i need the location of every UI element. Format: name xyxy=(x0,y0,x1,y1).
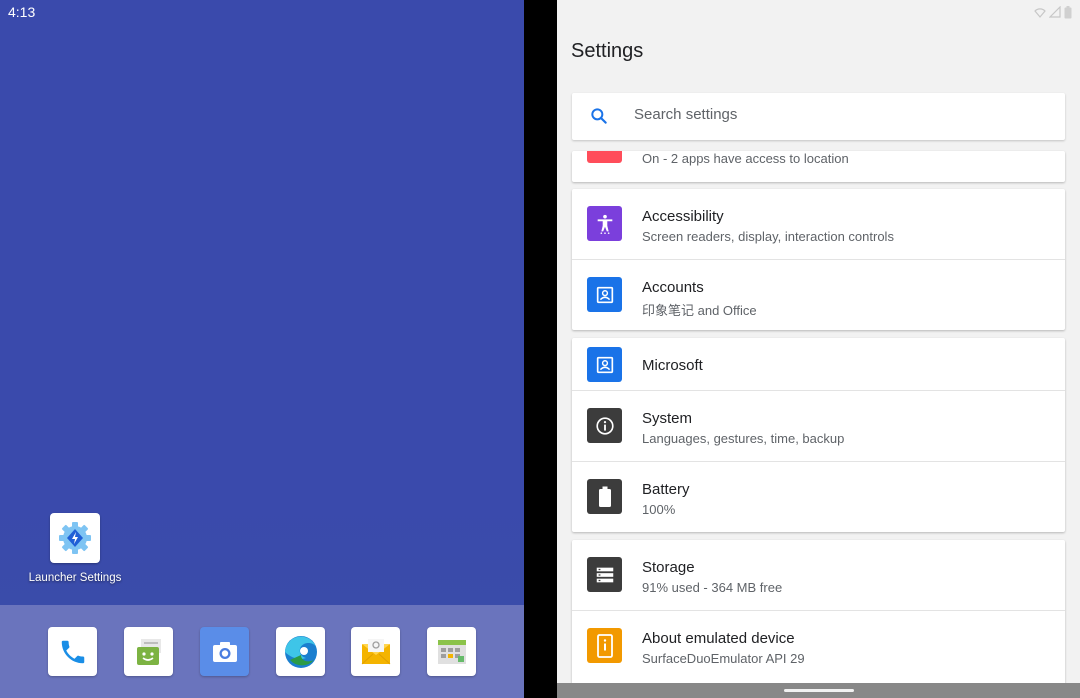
settings-screen: Settings On - 2 apps have access to loca… xyxy=(557,0,1080,698)
phone-icon[interactable] xyxy=(48,627,97,676)
navigation-bar xyxy=(557,683,1080,698)
accessibility-title: Accessibility xyxy=(642,208,724,225)
battery-status-icon xyxy=(1064,5,1072,18)
settings-item-microsoft[interactable]: Microsoft xyxy=(572,338,1065,391)
wifi-icon xyxy=(1034,8,1046,18)
system-title: System xyxy=(642,410,693,427)
accessibility-subtitle: Screen readers, display, interaction con… xyxy=(642,229,894,244)
launcher-screen: 4:13 Launcher Settings xyxy=(0,0,524,698)
settings-item-about-device[interactable]: About emulated device SurfaceDuoEmulator… xyxy=(572,611,1065,685)
location-subtitle: On - 2 apps have access to location xyxy=(642,151,849,166)
settings-item-storage[interactable]: Storage 91% used - 364 MB free xyxy=(572,540,1065,611)
settings-item-location[interactable]: On - 2 apps have access to location xyxy=(572,151,1065,182)
battery-title: Battery xyxy=(642,481,690,498)
location-icon xyxy=(587,151,622,163)
storage-about-card: Storage 91% used - 364 MB free About emu… xyxy=(572,540,1065,685)
dock xyxy=(0,605,524,698)
calendar-icon[interactable] xyxy=(427,627,476,676)
launcher-settings-gear-icon xyxy=(50,513,100,563)
app-bar: Settings xyxy=(557,24,1080,78)
about-title: About emulated device xyxy=(642,630,795,647)
accounts-title: Accounts xyxy=(642,279,704,296)
search-icon xyxy=(589,106,609,131)
page-title: Settings xyxy=(571,40,644,62)
email-icon[interactable] xyxy=(351,627,400,676)
system-subtitle: Languages, gestures, time, backup xyxy=(642,431,845,446)
microsoft-system-battery-card: Microsoft System Languages, gestures, ti… xyxy=(572,338,1065,532)
storage-title: Storage xyxy=(642,559,695,576)
settings-item-accounts[interactable]: Accounts 印象笔记 and Office xyxy=(572,260,1065,330)
accessibility-accounts-card: Accessibility Screen readers, display, i… xyxy=(572,189,1065,330)
location-card: On - 2 apps have access to location xyxy=(572,151,1065,182)
device-hinge xyxy=(524,0,557,698)
settings-item-battery[interactable]: Battery 100% xyxy=(572,462,1065,532)
launcher-settings-label: Launcher Settings xyxy=(28,572,122,584)
status-icons xyxy=(1034,4,1072,20)
storage-subtitle: 91% used - 364 MB free xyxy=(642,580,783,595)
storage-icon xyxy=(587,557,622,592)
accounts-subtitle: 印象笔记 and Office xyxy=(642,303,757,318)
messages-icon[interactable] xyxy=(124,627,173,676)
launcher-settings-app[interactable]: Launcher Settings xyxy=(20,513,130,584)
info-icon xyxy=(587,408,622,443)
battery-icon xyxy=(587,479,622,514)
settings-item-accessibility[interactable]: Accessibility Screen readers, display, i… xyxy=(572,189,1065,260)
battery-subtitle: 100% xyxy=(642,502,676,517)
settings-item-system[interactable]: System Languages, gestures, time, backup xyxy=(572,391,1065,462)
microsoft-account-icon xyxy=(587,347,622,382)
edge-browser-icon[interactable] xyxy=(276,627,325,676)
search-bar[interactable] xyxy=(572,93,1065,140)
microsoft-title: Microsoft xyxy=(642,357,703,374)
account-icon xyxy=(587,277,622,312)
phone-info-icon xyxy=(587,628,622,663)
about-subtitle: SurfaceDuoEmulator API 29 xyxy=(642,651,805,666)
signal-icon xyxy=(1049,6,1061,18)
search-input[interactable] xyxy=(634,106,1034,123)
status-time: 4:13 xyxy=(8,4,36,20)
accessibility-icon xyxy=(587,206,622,241)
camera-icon[interactable] xyxy=(200,627,249,676)
home-gesture-handle[interactable] xyxy=(784,689,854,692)
